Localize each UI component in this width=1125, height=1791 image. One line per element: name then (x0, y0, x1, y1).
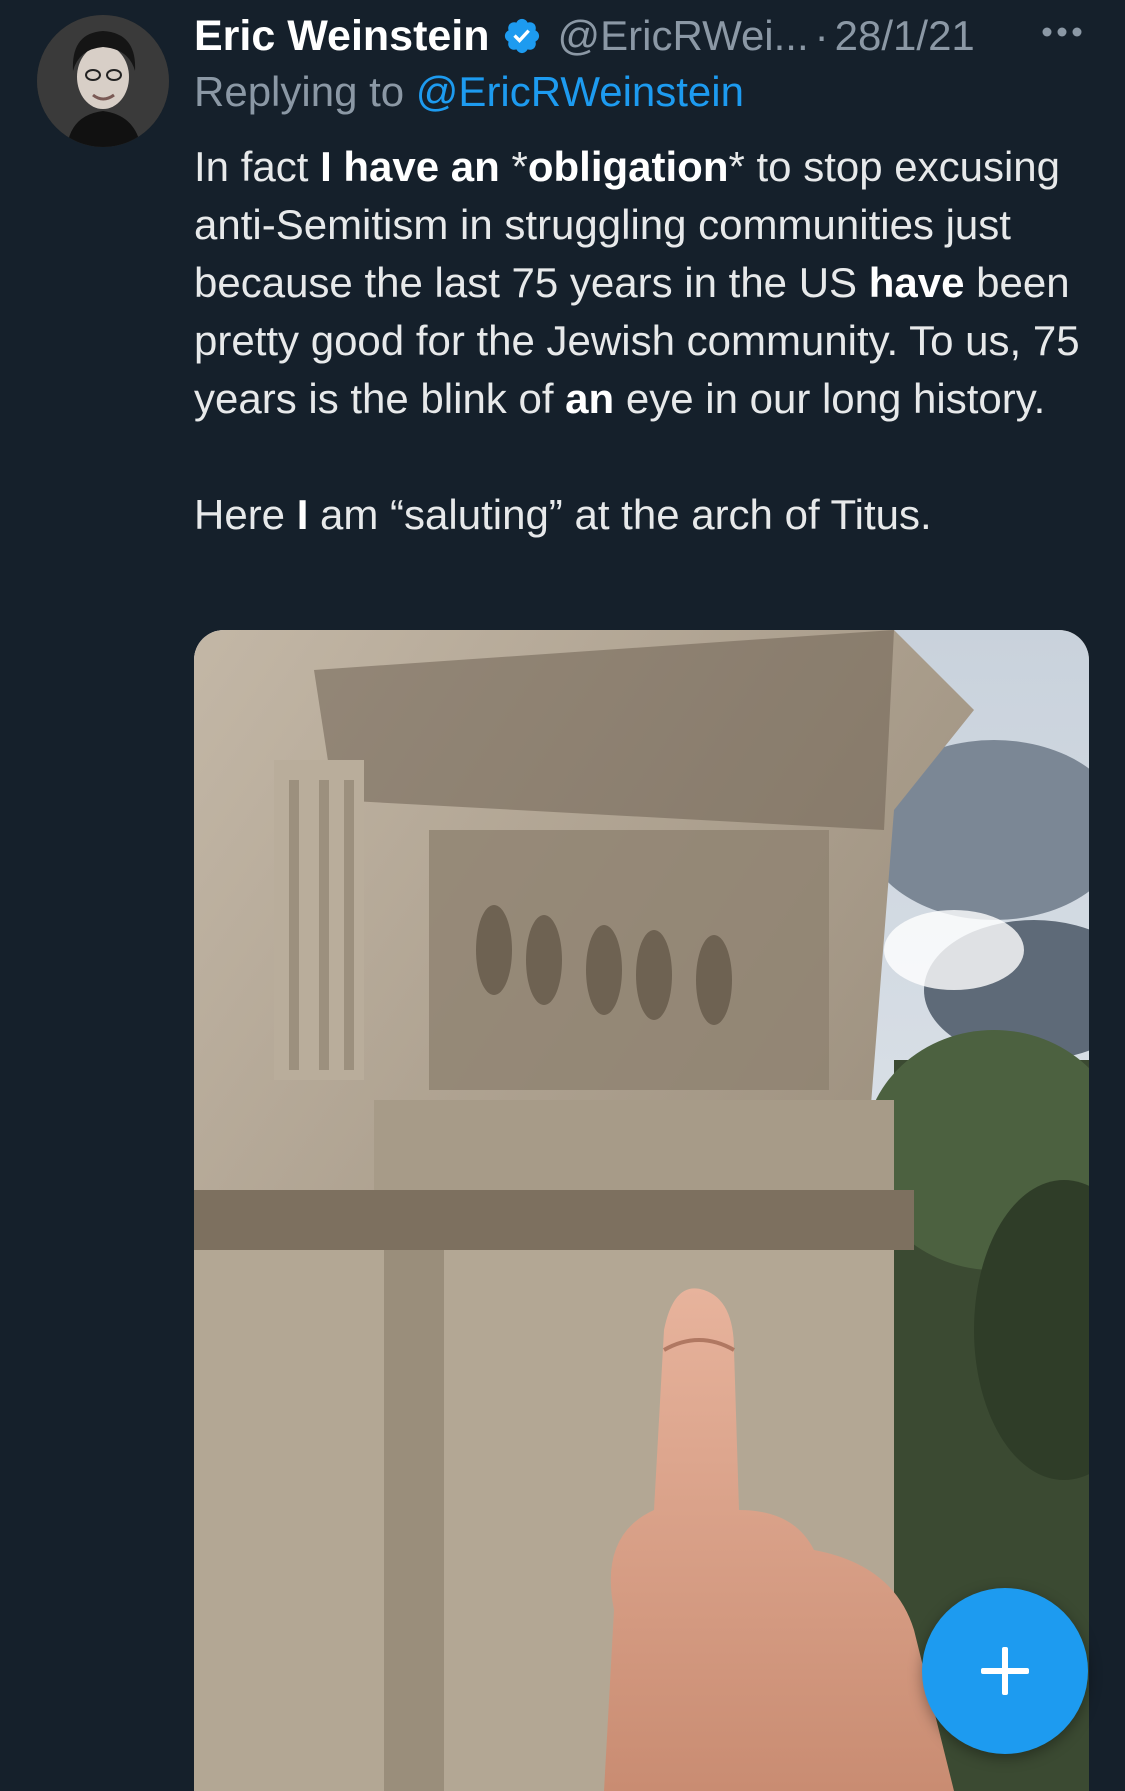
tweet-text-segment: am “saluting” at the arch of Titus. (308, 491, 932, 538)
tweet-text-segment: obligation (527, 143, 729, 190)
compose-tweet-button[interactable] (922, 1588, 1088, 1754)
more-horizontal-icon[interactable] (1040, 22, 1084, 42)
tweet-text-segment: Here (194, 491, 297, 538)
tweet-paragraph-1: In fact I have an *obligation* to stop e… (194, 138, 1094, 428)
verified-badge-icon (502, 16, 542, 56)
reply-prefix: Replying to (194, 68, 405, 115)
plus-icon (981, 1647, 1029, 1695)
tweet-text: In fact I have an *obligation* to stop e… (194, 138, 1094, 544)
author-handle[interactable]: @EricRWei... (558, 12, 809, 60)
replying-to: Replying to @EricRWeinstein (194, 68, 744, 116)
tweet-text-segment: I (296, 491, 309, 538)
tweet-text-segment: an (565, 375, 615, 422)
author-name[interactable]: Eric Weinstein (194, 12, 490, 61)
tweet-date[interactable]: 28/1/21 (835, 12, 975, 60)
tweet-paragraph-2: Here I am “saluting” at the arch of Titu… (194, 486, 1094, 544)
tweet-text-segment: * (499, 143, 528, 190)
tweet-header: Eric Weinstein @EricRWei... · 28/1/21 (194, 8, 975, 64)
avatar[interactable] (37, 15, 169, 147)
header-separator: · (814, 12, 829, 59)
tweet-text-segment: have (868, 259, 965, 306)
tweet[interactable]: Eric Weinstein @EricRWei... · 28/1/21 Re… (0, 0, 1125, 1791)
avatar-image (37, 15, 169, 147)
tweet-text-segment: In fact (194, 143, 321, 190)
reply-handle-link[interactable]: @EricRWeinstein (416, 68, 744, 115)
tweet-text-segment: I have an (320, 143, 500, 190)
tweet-text-segment: eye in our long history. (614, 375, 1046, 422)
